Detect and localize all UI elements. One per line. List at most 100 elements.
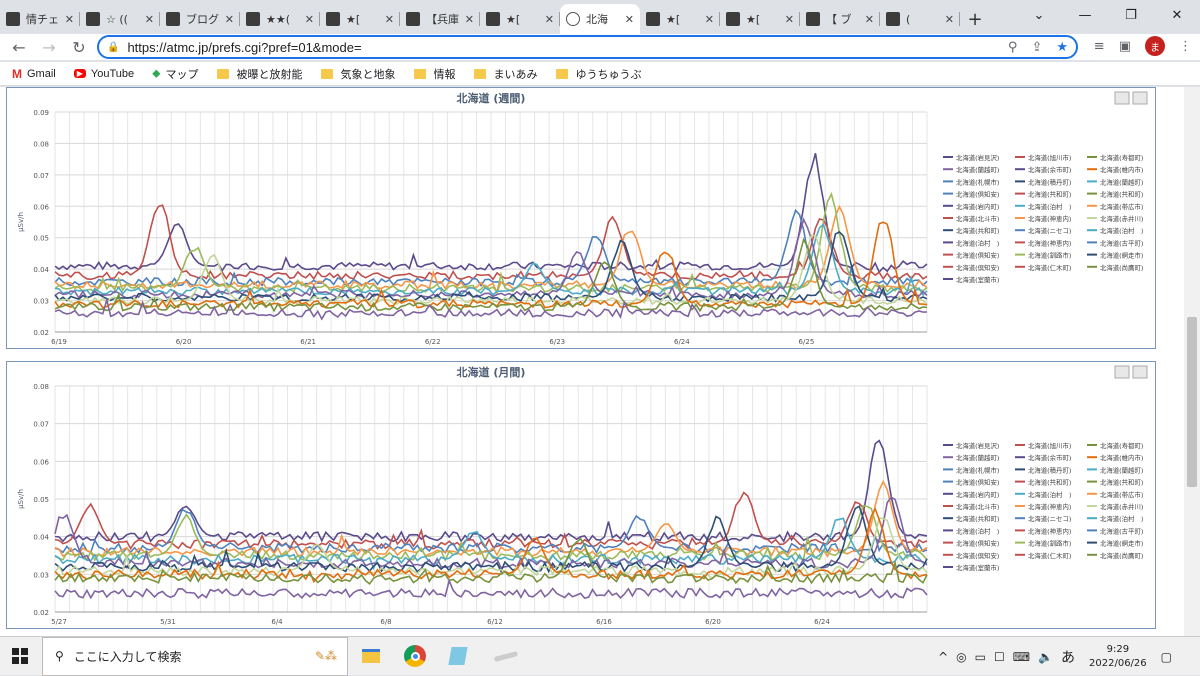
legend-item[interactable]: 北海道(積丹町) xyxy=(1028,465,1071,474)
reload-icon[interactable]: ↻ xyxy=(64,38,94,57)
legend-item[interactable]: 北海道(泊村 ) xyxy=(1028,202,1071,211)
close-window-button[interactable]: ✕ xyxy=(1154,0,1200,30)
restore-button[interactable]: ❐ xyxy=(1108,0,1154,30)
tab-close-icon[interactable]: ✕ xyxy=(65,13,74,26)
tab-close-icon[interactable]: ✕ xyxy=(545,13,554,26)
browser-tab[interactable]: ★★(✕ xyxy=(240,4,320,34)
print-icon[interactable] xyxy=(1114,365,1130,379)
legend-item[interactable]: 北海道(余市町) xyxy=(1028,165,1071,174)
legend-item[interactable]: 北海道(共和町) xyxy=(956,514,999,523)
bookmark-item[interactable]: 気象と地象 xyxy=(320,66,396,82)
network-icon[interactable]: ☐ xyxy=(994,650,1005,664)
browser-tab[interactable]: ★[✕ xyxy=(640,4,720,34)
legend-item[interactable]: 北海道(旭川市) xyxy=(1028,153,1071,162)
legend-item[interactable]: 北海道(岩内町) xyxy=(956,490,999,499)
browser-tab[interactable]: ★[✕ xyxy=(320,4,400,34)
legend-item[interactable]: 北海道(倶知安) xyxy=(956,190,999,199)
menu-kebab-icon[interactable]: ⋮ xyxy=(1179,39,1192,54)
browser-tab[interactable]: 【兵庫 ✕ xyxy=(400,4,480,34)
tab-close-icon[interactable]: ✕ xyxy=(705,13,714,26)
legend-item[interactable]: 北海道(室蘭市) xyxy=(956,275,999,284)
bookmark-item[interactable]: 情報 xyxy=(413,66,456,82)
page-scrollbar[interactable] xyxy=(1184,87,1200,636)
legend-item[interactable]: 北海道(泊村 ) xyxy=(1028,490,1071,499)
tab-close-icon[interactable]: ✕ xyxy=(305,13,314,26)
legend-item[interactable]: 北海道(共和町) xyxy=(1100,478,1143,487)
legend-item[interactable]: 北海道(神恵内) xyxy=(1028,526,1071,535)
legend-item[interactable]: 北海道(札幌市) xyxy=(956,465,999,474)
legend-item[interactable]: 北海道(倶知安) xyxy=(956,539,999,548)
legend-item[interactable]: 北海道(積丹町) xyxy=(1028,177,1071,186)
legend-item[interactable]: 北海道(共和町) xyxy=(1028,478,1071,487)
bookmark-item[interactable]: まいあみ xyxy=(473,66,538,82)
bookmark-item[interactable]: 被曝と放射能 xyxy=(216,66,303,82)
legend-item[interactable]: 北海道(寿都町) xyxy=(1100,153,1143,162)
legend-item[interactable]: 北海道(北斗市) xyxy=(956,214,999,223)
browser-tab[interactable]: ★[✕ xyxy=(480,4,560,34)
legend-item[interactable]: 北海道(泊村 ) xyxy=(1100,226,1143,235)
legend-item[interactable]: 北海道(旭川市) xyxy=(1028,441,1071,450)
bookmark-star-icon[interactable]: ★ xyxy=(1056,40,1068,55)
legend-item[interactable]: 北海道(共和町) xyxy=(956,226,999,235)
pen-icon[interactable] xyxy=(493,650,519,662)
browser-tab[interactable]: ブログ ✕ xyxy=(160,4,240,34)
legend-item[interactable]: 北海道(尚鷹町) xyxy=(1100,551,1143,560)
tab-search-icon[interactable]: ⌄ xyxy=(1016,0,1062,30)
browser-tab[interactable]: ☆ ((✕ xyxy=(80,4,160,34)
legend-item[interactable]: 北海道(泊村 ) xyxy=(1100,514,1143,523)
legend-item[interactable]: 北海道(蘭越町) xyxy=(1100,465,1143,474)
legend-item[interactable]: 北海道(共和町) xyxy=(1100,190,1143,199)
address-bar[interactable]: 🔒 https://atmc.jp/prefs.cgi?pref=01&mode… xyxy=(97,35,1078,59)
ime-icon[interactable]: ⌨ xyxy=(1013,650,1030,664)
legend-item[interactable]: 北海道(帷内市) xyxy=(1100,453,1143,462)
file-explorer-icon[interactable] xyxy=(362,649,380,663)
clock[interactable]: 9:29 2022/06/26 xyxy=(1089,643,1147,671)
bookmark-item[interactable]: M Gmail xyxy=(12,67,56,81)
legend-item[interactable]: 北海道(岩見沢) xyxy=(956,441,999,450)
legend-item[interactable]: 北海道(蘭越町) xyxy=(956,453,999,462)
print-icon[interactable] xyxy=(1114,91,1130,105)
windows-start-icon[interactable] xyxy=(12,648,28,664)
legend-item[interactable]: 北海道(神恵内) xyxy=(1028,238,1071,247)
legend-item[interactable]: 北海道(赤井川) xyxy=(1100,214,1143,223)
legend-item[interactable]: 北海道(共和町) xyxy=(1028,190,1071,199)
legend-item[interactable]: 北海道(古平町) xyxy=(1100,526,1143,535)
volume-icon[interactable]: 🔈 xyxy=(1038,650,1053,664)
tab-close-icon[interactable]: ✕ xyxy=(785,13,794,26)
legend-item[interactable]: 北海道(倶知安) xyxy=(956,263,999,272)
tab-close-icon[interactable]: ✕ xyxy=(465,13,474,26)
minimize-button[interactable]: — xyxy=(1062,0,1108,30)
legend-item[interactable]: 北海道(ニセコ) xyxy=(1028,514,1071,523)
bookmark-item[interactable]: ゆうちゅうぶ xyxy=(555,66,642,82)
legend-item[interactable]: 北海道(倶知安) xyxy=(956,478,999,487)
legend-item[interactable]: 北海道(蘭越町) xyxy=(956,165,999,174)
tab-close-icon[interactable]: ✕ xyxy=(945,13,954,26)
notepad-icon[interactable] xyxy=(448,647,468,665)
tab-close-icon[interactable]: ✕ xyxy=(225,13,234,26)
taskbar-search[interactable]: ⚲ ここに入力して検索 ✎⁂ xyxy=(42,636,348,676)
scrollbar-thumb[interactable] xyxy=(1187,317,1197,487)
avatar[interactable]: ま xyxy=(1145,36,1165,56)
legend-item[interactable]: 北海道(仁木町) xyxy=(1028,263,1071,272)
legend-item[interactable]: 北海道(倶知安) xyxy=(956,251,999,260)
back-arrow-icon[interactable]: ← xyxy=(4,38,34,57)
tray-chevron-icon[interactable]: ^ xyxy=(938,650,948,664)
legend-item[interactable]: 北海道(網走市) xyxy=(1100,251,1143,260)
browser-tab[interactable]: 北海 ✕ xyxy=(560,4,640,34)
legend-item[interactable]: 北海道(釧路市) xyxy=(1028,539,1071,548)
legend-item[interactable]: 北海道(ニセコ) xyxy=(1028,226,1071,235)
legend-item[interactable]: 北海道(網走市) xyxy=(1100,539,1143,548)
tab-close-icon[interactable]: ✕ xyxy=(625,13,634,26)
notification-icon[interactable]: ▢ xyxy=(1161,650,1172,664)
legend-item[interactable]: 北海道(神恵内) xyxy=(1028,214,1071,223)
legend-item[interactable]: 北海道(帯広市) xyxy=(1100,490,1143,499)
meet-icon[interactable]: ◎ xyxy=(956,650,966,664)
bookmark-item[interactable]: ▶ YouTube xyxy=(73,68,134,80)
url-text[interactable]: https://atmc.jp/prefs.cgi?pref=01&mode= xyxy=(127,40,361,55)
browser-tab[interactable]: ★[✕ xyxy=(720,4,800,34)
legend-item[interactable]: 北海道(泊村 ) xyxy=(956,526,999,535)
battery-icon[interactable]: ▭ xyxy=(975,650,986,664)
bookmark-item[interactable]: ⬥ マップ xyxy=(152,66,198,82)
new-tab-button[interactable]: + xyxy=(960,4,990,34)
legend-item[interactable]: 北海道(仁木町) xyxy=(1028,551,1071,560)
